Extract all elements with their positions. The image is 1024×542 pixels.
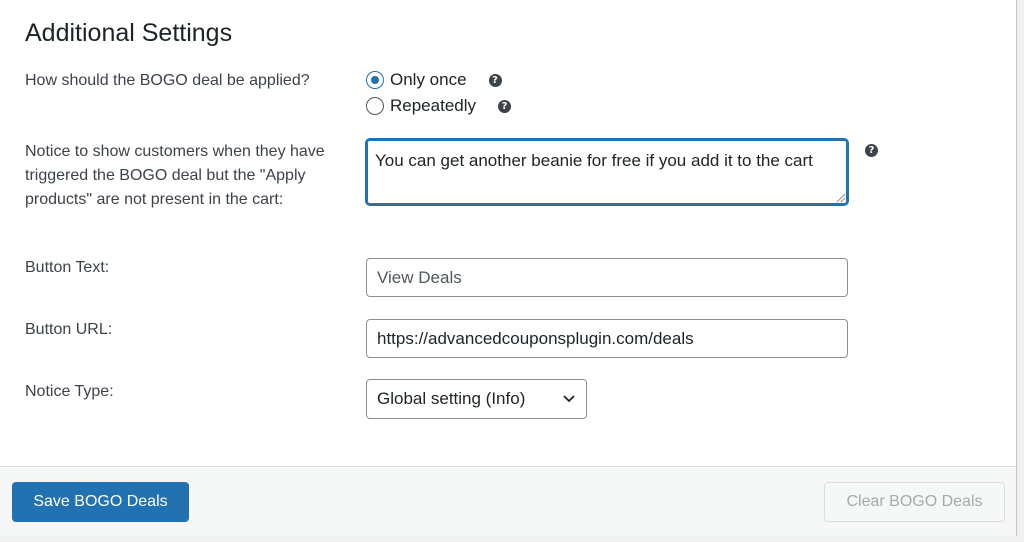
section-title: Additional Settings bbox=[25, 19, 233, 47]
additional-settings-panel: Additional Settings How should the BOGO … bbox=[0, 0, 1017, 536]
notice-type-label: Notice Type: bbox=[25, 383, 114, 400]
notice-type-selected: Global setting (Info) bbox=[377, 389, 526, 408]
button-text-label: Button Text: bbox=[25, 259, 110, 276]
resize-grip-icon[interactable] bbox=[836, 193, 846, 203]
clear-bogo-deals-button[interactable]: Clear BOGO Deals bbox=[824, 482, 1005, 522]
radio-repeatedly[interactable]: Repeatedly ? bbox=[366, 95, 512, 117]
notice-textarea[interactable]: You can get another beanie for free if y… bbox=[365, 138, 849, 206]
button-url-input[interactable] bbox=[366, 319, 848, 358]
help-icon[interactable]: ? bbox=[498, 99, 512, 113]
help-icon[interactable]: ? bbox=[865, 144, 878, 157]
button-url-label: Button URL: bbox=[25, 321, 113, 338]
button-text-input[interactable] bbox=[366, 258, 848, 297]
notice-type-select[interactable]: Global setting (Info) bbox=[366, 379, 587, 419]
radio-only-once-label: Only once bbox=[390, 70, 467, 89]
apply-mode-label: How should the BOGO deal be applied? bbox=[25, 72, 310, 89]
radio-only-once-control[interactable] bbox=[366, 71, 384, 89]
chevron-down-icon bbox=[563, 395, 575, 403]
radio-only-once[interactable]: Only once ? bbox=[366, 69, 502, 91]
radio-repeatedly-control[interactable] bbox=[366, 97, 384, 115]
help-icon[interactable]: ? bbox=[488, 73, 502, 87]
save-bogo-deals-button[interactable]: Save BOGO Deals bbox=[12, 482, 189, 522]
radio-repeatedly-label: Repeatedly bbox=[390, 96, 477, 115]
notice-label: Notice to show customers when they have … bbox=[25, 143, 325, 208]
